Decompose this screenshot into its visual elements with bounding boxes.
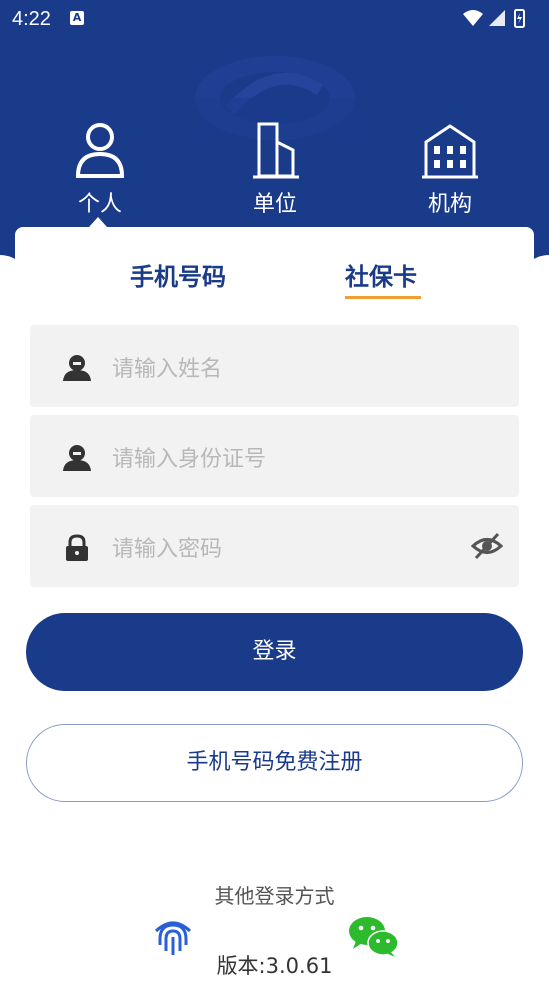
eye-hidden-icon[interactable] xyxy=(471,531,503,561)
building-icon xyxy=(253,122,299,179)
tab-phone-login[interactable]: 手机号码 xyxy=(130,257,226,292)
other-login-title: 其他登录方式 xyxy=(214,884,335,908)
role-label-institution: 机构 xyxy=(427,192,472,217)
password-placeholder: 请输入密码 xyxy=(112,537,223,562)
tab-social-card-login[interactable]: 社保卡 xyxy=(345,257,421,299)
role-tab-unit[interactable]: 单位 xyxy=(215,120,335,220)
lock-icon xyxy=(66,534,88,561)
user-card-icon xyxy=(63,355,91,381)
login-card: 手机号码 社保卡 请输入姓名 请输入身份证号 请输入密码 xyxy=(15,227,534,987)
active-tab-indicator xyxy=(345,296,421,299)
status-notification-icon: A xyxy=(70,11,84,25)
status-time: 4:22 xyxy=(12,8,51,30)
institution-icon xyxy=(422,124,478,179)
register-button[interactable]: 手机号码免费注册 xyxy=(26,724,523,802)
status-icons xyxy=(463,9,525,28)
name-placeholder: 请输入姓名 xyxy=(112,357,223,382)
status-bar: 4:22 A xyxy=(0,0,549,38)
user-card-icon xyxy=(63,445,91,471)
role-label-personal: 个人 xyxy=(77,192,122,217)
login-button[interactable]: 登录 xyxy=(26,613,523,691)
wifi-icon xyxy=(463,10,483,26)
tab-phone-label: 手机号码 xyxy=(130,263,226,291)
password-field[interactable]: 请输入密码 xyxy=(30,505,519,587)
id-number-placeholder: 请输入身份证号 xyxy=(112,447,267,472)
person-icon xyxy=(75,123,125,178)
id-number-field[interactable]: 请输入身份证号 xyxy=(30,415,519,497)
name-field[interactable]: 请输入姓名 xyxy=(30,325,519,407)
selected-role-caret xyxy=(89,217,107,227)
role-label-unit: 单位 xyxy=(252,192,297,217)
version-text: 版本:3.0.61 xyxy=(216,954,333,978)
tab-social-card-label: 社保卡 xyxy=(345,263,417,291)
signal-icon xyxy=(489,10,505,26)
role-tab-institution[interactable]: 机构 xyxy=(390,120,510,220)
role-tab-personal[interactable]: 个人 xyxy=(40,120,160,220)
